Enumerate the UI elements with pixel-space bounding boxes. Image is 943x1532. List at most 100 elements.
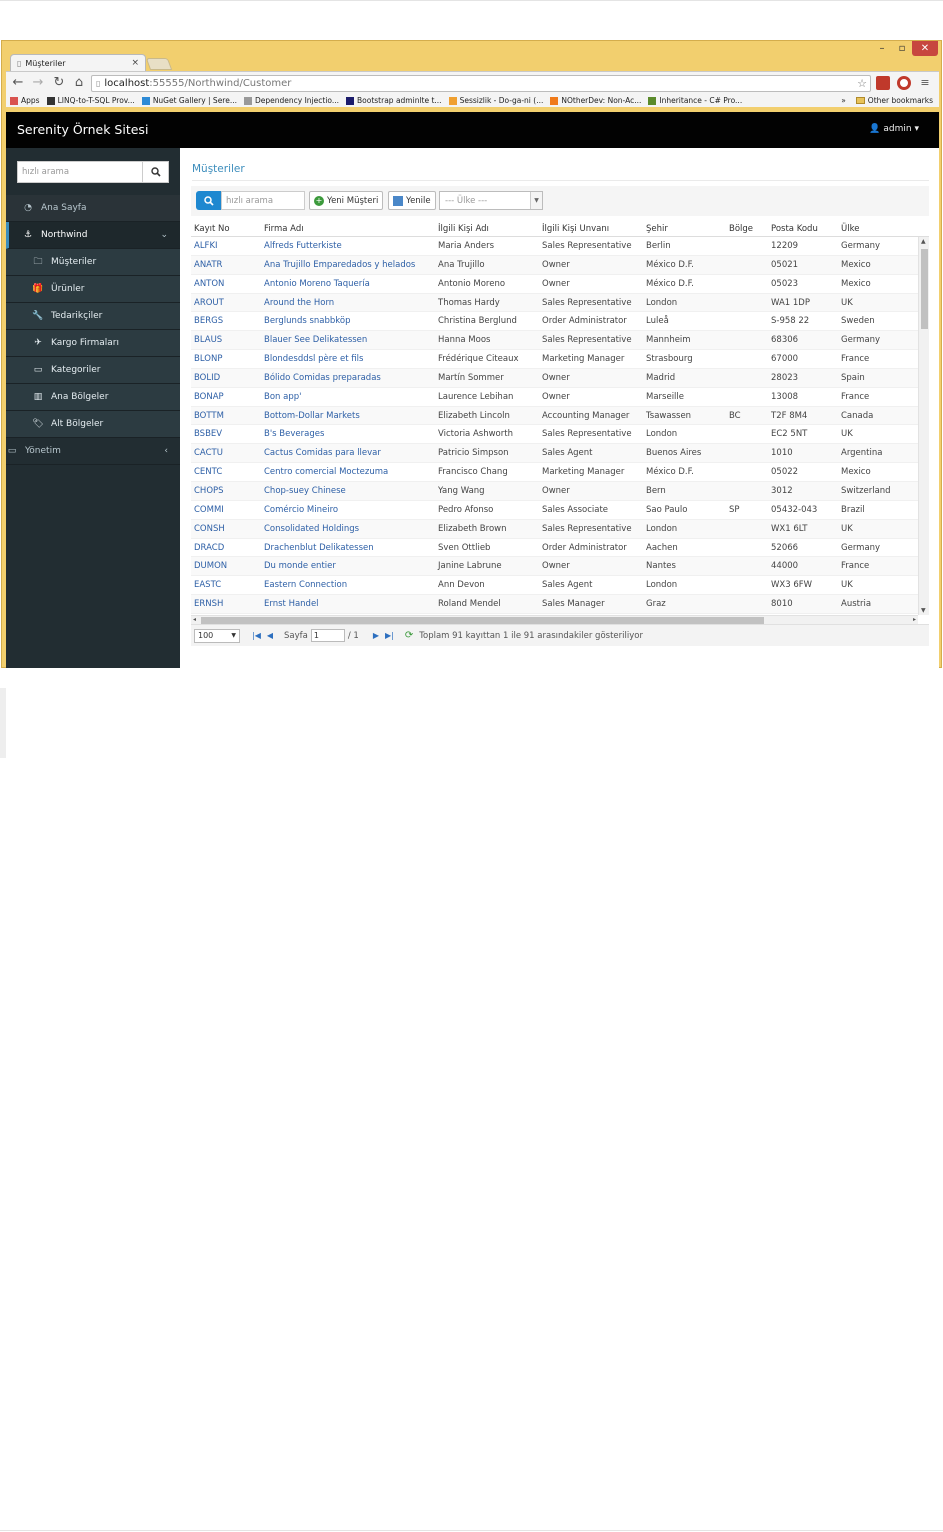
- prev-page-icon[interactable]: ◀: [267, 631, 273, 640]
- brand-title[interactable]: Serenity Örnek Sitesi: [17, 122, 148, 137]
- sidebar-item-alt-bölgeler[interactable]: 🏷 Alt Bölgeler: [6, 411, 180, 438]
- company-name-link[interactable]: Antonio Moreno Taquería: [261, 275, 435, 293]
- customer-id-link[interactable]: COMMI: [191, 501, 261, 519]
- table-row[interactable]: BSBEV B's Beverages Victoria Ashworth Sales…: [191, 425, 918, 445]
- bookmark-star-icon[interactable]: ☆: [857, 77, 867, 90]
- company-name-link[interactable]: B's Beverages: [261, 425, 435, 443]
- table-row[interactable]: CENTC Centro comercial Moctezuma Francisco…: [191, 463, 918, 482]
- refresh-button[interactable]: Yenile: [388, 191, 436, 210]
- sidebar-search-button[interactable]: [143, 161, 169, 183]
- table-row[interactable]: CONSH Consolidated Holdings Elizabeth Brow…: [191, 519, 918, 539]
- new-customer-button[interactable]: + Yeni Müşteri: [309, 191, 384, 210]
- table-row[interactable]: BONAP Bon app' Laurence Lebihan Owner Marsei…: [191, 388, 918, 407]
- customer-id-link[interactable]: BLONP: [191, 350, 261, 368]
- company-name-link[interactable]: Cactus Comidas para llevar: [261, 444, 435, 462]
- company-name-link[interactable]: Bottom-Dollar Markets: [261, 407, 435, 425]
- customer-id-link[interactable]: CENTC: [191, 463, 261, 481]
- company-name-link[interactable]: Bon app': [261, 388, 435, 406]
- table-row[interactable]: AROUT Around the Horn Thomas Hardy Sales Re…: [191, 293, 918, 313]
- column-header[interactable]: Firma Adı: [261, 218, 435, 236]
- column-header[interactable]: Bölge: [726, 218, 768, 236]
- maximize-button[interactable]: ▫: [892, 41, 912, 56]
- table-row[interactable]: ALFKI Alfreds Futterkiste Maria Anders Sale…: [191, 237, 918, 256]
- forward-icon[interactable]: →: [30, 76, 46, 90]
- company-name-link[interactable]: Alfreds Futterkiste: [261, 237, 435, 255]
- browser-tab[interactable]: ▯ Müşteriler ×: [10, 54, 146, 71]
- company-name-link[interactable]: Berglunds snabbköp: [261, 312, 435, 330]
- company-name-link[interactable]: Bólido Comidas preparadas: [261, 369, 435, 387]
- bookmark-item[interactable]: NuGet Gallery | Sere...: [141, 96, 237, 105]
- column-header[interactable]: Posta Kodu: [768, 218, 838, 236]
- column-header[interactable]: İlgili Kişi Adı: [435, 218, 539, 236]
- table-row[interactable]: ERNSH Ernst Handel Roland Mendel Sales Mana…: [191, 595, 918, 614]
- customer-id-link[interactable]: BOLID: [191, 369, 261, 387]
- table-row[interactable]: COMMI Comércio Mineiro Pedro Afonso Sales A…: [191, 501, 918, 520]
- horizontal-scrollbar[interactable]: ◂ ▸: [191, 615, 918, 624]
- company-name-link[interactable]: Blondesddsl père et fils: [261, 350, 435, 368]
- customer-id-link[interactable]: BONAP: [191, 388, 261, 406]
- table-row[interactable]: ANTON Antonio Moreno Taquería Antonio More…: [191, 275, 918, 294]
- customer-id-link[interactable]: ANTON: [191, 275, 261, 293]
- close-window-button[interactable]: ✕: [912, 41, 938, 56]
- customer-id-link[interactable]: CACTU: [191, 444, 261, 462]
- customer-id-link[interactable]: ANATR: [191, 256, 261, 274]
- scroll-down-icon[interactable]: ▼: [921, 607, 926, 614]
- table-row[interactable]: BLAUS Blauer See Delikatessen Hanna Moos Sa…: [191, 331, 918, 351]
- customer-id-link[interactable]: AROUT: [191, 294, 261, 312]
- company-name-link[interactable]: Du monde entier: [261, 557, 435, 575]
- back-icon[interactable]: ←: [10, 76, 26, 90]
- table-row[interactable]: CACTU Cactus Comidas para llevar Patricio …: [191, 444, 918, 464]
- column-header[interactable]: Şehir: [643, 218, 726, 236]
- last-page-icon[interactable]: ▶|: [385, 631, 394, 640]
- bookmark-item[interactable]: Apps: [10, 96, 40, 105]
- bookmark-item[interactable]: Sessizlik - Do-ga-ni (...: [448, 96, 543, 105]
- sidebar-search-input[interactable]: hızlı arama: [17, 161, 143, 183]
- home-icon[interactable]: ⌂: [71, 76, 87, 90]
- customer-id-link[interactable]: BERGS: [191, 312, 261, 330]
- vertical-scrollbar[interactable]: ▲ ▼: [918, 237, 929, 615]
- sidebar-item-kategoriler[interactable]: ▭ Kategoriler: [6, 357, 180, 384]
- sidebar-item-ürünler[interactable]: 🎁 Ürünler: [6, 276, 180, 303]
- bookmark-item[interactable]: LINQ-to-T-SQL Prov...: [46, 96, 135, 105]
- country-filter-select[interactable]: --- Ülke --- ▼: [439, 191, 543, 210]
- bookmark-item[interactable]: Inheritance - C# Pro...: [648, 96, 742, 105]
- next-page-icon[interactable]: ▶: [373, 631, 379, 640]
- table-row[interactable]: DRACD Drachenblut Delikatessen Sven Ottlie…: [191, 539, 918, 558]
- quick-search-input[interactable]: hızlı arama: [221, 191, 305, 210]
- column-header[interactable]: Kayıt No: [191, 218, 261, 236]
- first-page-icon[interactable]: |◀: [252, 631, 261, 640]
- page-size-select[interactable]: 100 ▼: [194, 628, 240, 643]
- company-name-link[interactable]: Around the Horn: [261, 294, 435, 312]
- company-name-link[interactable]: Centro comercial Moctezuma: [261, 463, 435, 481]
- company-name-link[interactable]: Consolidated Holdings: [261, 520, 435, 538]
- table-row[interactable]: EASTC Eastern Connection Ann Devon Sales Ag…: [191, 576, 918, 596]
- company-name-link[interactable]: Blauer See Delikatessen: [261, 331, 435, 349]
- company-name-link[interactable]: Comércio Mineiro: [261, 501, 435, 519]
- company-name-link[interactable]: Chop-suey Chinese: [261, 482, 435, 500]
- customer-id-link[interactable]: ERNSH: [191, 595, 261, 613]
- customer-id-link[interactable]: BLAUS: [191, 331, 261, 349]
- table-row[interactable]: BERGS Berglunds snabbköp Christina Berglun…: [191, 312, 918, 332]
- horizontal-scroll-thumb[interactable]: [201, 617, 764, 624]
- tab-close-icon[interactable]: ×: [131, 58, 139, 68]
- address-bar[interactable]: ▯ localhost:55555/Northwind/Customer ☆: [91, 75, 871, 92]
- sidebar-item-müşteriler[interactable]: 🗀 Müşteriler: [6, 249, 180, 276]
- user-menu[interactable]: 👤 admin ▾: [869, 124, 919, 134]
- customer-id-link[interactable]: DUMON: [191, 557, 261, 575]
- column-header[interactable]: İlgili Kişi Unvanı: [539, 218, 643, 236]
- sidebar-item-yönetim[interactable]: ▭ Yönetim ‹: [6, 438, 180, 465]
- sidebar-item-northwind[interactable]: ⚓ Northwind ⌄: [6, 222, 180, 249]
- bookmark-item[interactable]: Dependency Injectio...: [244, 96, 339, 105]
- sidebar-item-ana-bölgeler[interactable]: ▥ Ana Bölgeler: [6, 384, 180, 411]
- customer-id-link[interactable]: DRACD: [191, 539, 261, 557]
- quick-search-button[interactable]: [196, 191, 221, 210]
- table-row[interactable]: ANATR Ana Trujillo Emparedados y helados A…: [191, 255, 918, 275]
- reload-icon[interactable]: ↻: [51, 76, 67, 90]
- vertical-scroll-thumb[interactable]: [921, 249, 928, 329]
- sidebar-item-kargo-firmaları[interactable]: ✈ Kargo Firmaları: [6, 330, 180, 357]
- column-header[interactable]: Ülke: [838, 218, 918, 236]
- table-row[interactable]: DUMON Du monde entier Janine Labrune Owner N…: [191, 557, 918, 577]
- scroll-up-icon[interactable]: ▲: [921, 238, 926, 245]
- sidebar-item-tedarikçiler[interactable]: 🔧 Tedarikçiler: [6, 303, 180, 330]
- page-number-input[interactable]: 1: [310, 629, 345, 642]
